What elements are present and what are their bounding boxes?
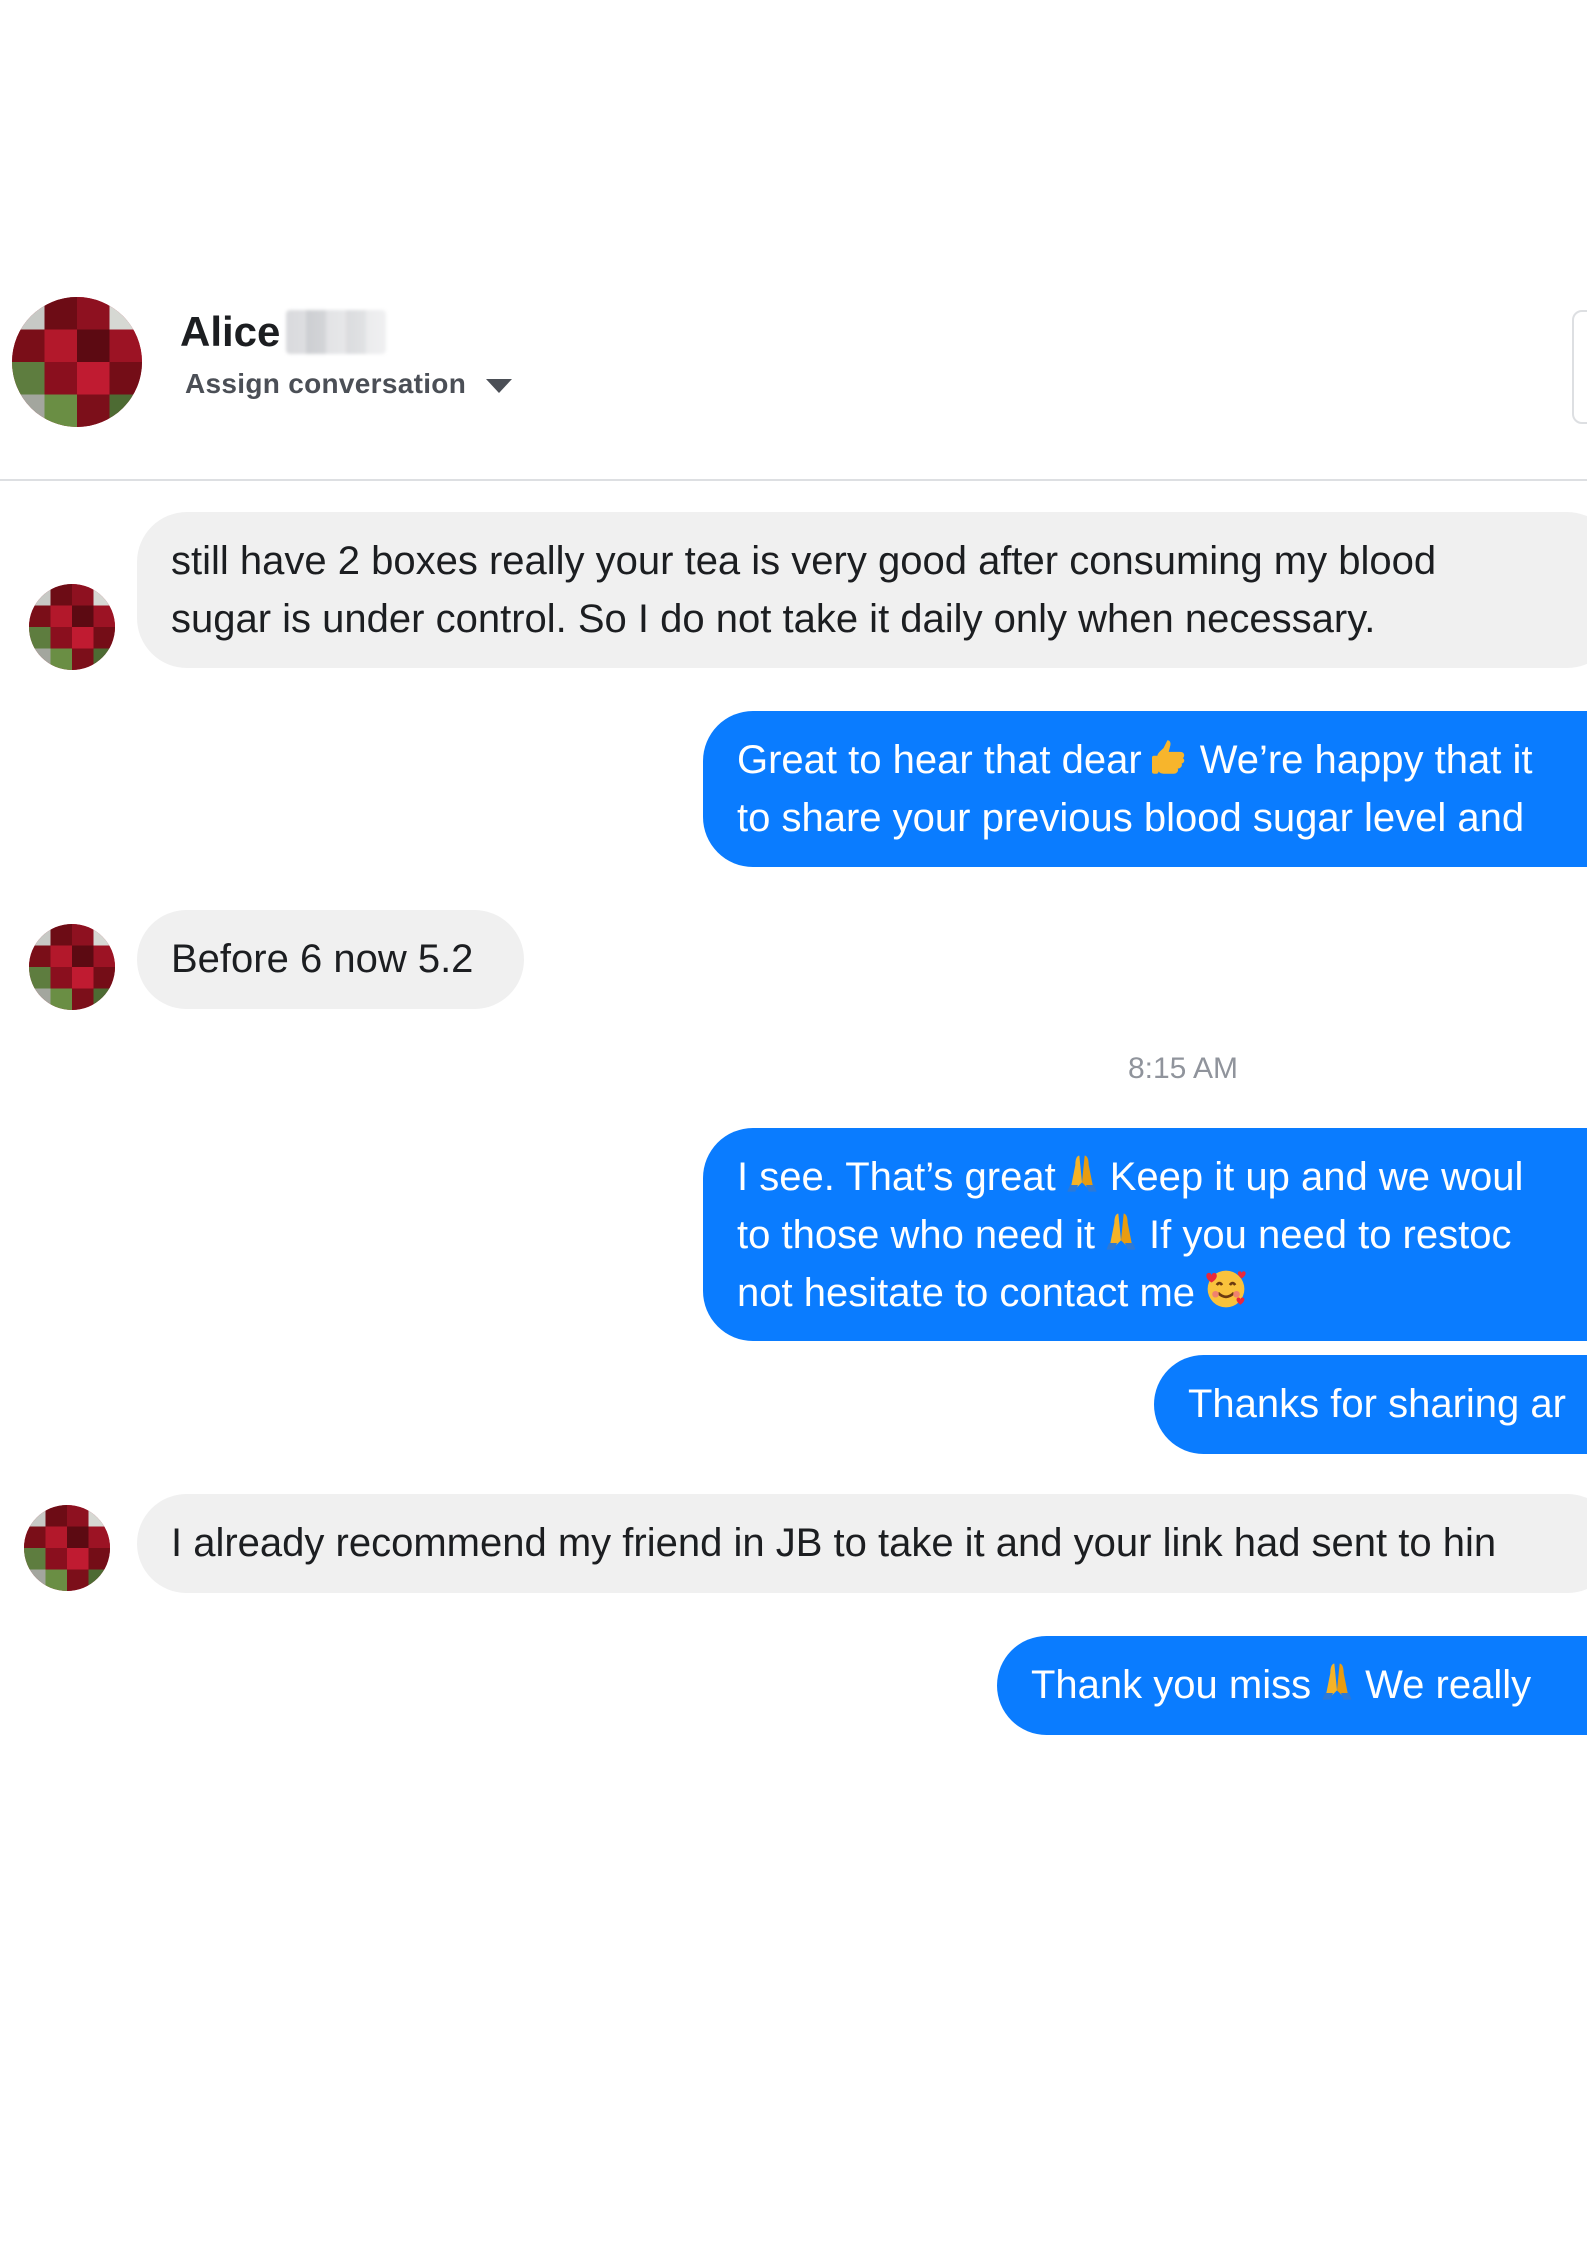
message-timestamp: 8:15 AM [1127,1052,1239,1085]
folded-hands-icon [1105,1210,1137,1252]
message-text: We’re happy that it [1199,738,1533,782]
message-line: sugar is under control. So I do not take… [171,597,1376,641]
message-line: I already recommend my friend in JB to t… [171,1521,1497,1565]
assign-conversation-button[interactable]: Assign conversation [185,368,513,400]
header-action-button[interactable] [1572,310,1587,424]
message-text: Thank you miss [1031,1663,1312,1707]
outgoing-message[interactable]: I see. That’s great Keep it up and we wou… [703,1128,1587,1341]
message-line: to those who need it If you need to resto… [737,1206,1587,1264]
outgoing-message[interactable]: Thanks for sharing ar [1154,1355,1587,1454]
message-line: Great to hear that dear We’re happy that … [737,731,1587,789]
avatar[interactable] [29,584,115,670]
message-line: I see. That’s great Keep it up and we wou… [737,1148,1587,1206]
message-text: to those who need it [737,1213,1096,1257]
outgoing-message[interactable]: Great to hear that dear We’re happy that … [703,711,1587,867]
conversation-view: Alice Assign conversation still have 2 b… [0,0,1587,2245]
avatar[interactable] [29,924,115,1010]
message-text: We really [1365,1663,1532,1707]
avatar-image [29,924,115,1010]
thumbs-up-icon [1152,737,1188,777]
message-text: Great to hear that dear [737,738,1142,782]
message-line: to share your previous blood sugar level… [737,796,1525,840]
message-text: If you need to restoc [1149,1213,1512,1257]
avatar-image [12,297,142,427]
redacted-surname [286,310,387,354]
assign-conversation-label: Assign conversation [185,368,467,399]
message-line: not hesitate to contact me [737,1264,1587,1322]
folded-hands-icon [1321,1660,1353,1702]
message-text: Keep it up and we woul [1109,1155,1524,1199]
message-line: Thanks for sharing ar [1188,1382,1566,1426]
avatar[interactable] [12,297,142,427]
incoming-message[interactable]: Before 6 now 5.2 [137,910,524,1009]
incoming-message[interactable]: I already recommend my friend in JB to t… [137,1494,1587,1593]
conversation-header: Alice Assign conversation [0,280,1587,480]
message-line: Thank you miss We really [1031,1656,1587,1714]
incoming-message[interactable]: still have 2 boxes really your tea is ve… [137,512,1587,668]
folded-hands-icon [1066,1152,1098,1194]
chevron-down-icon[interactable] [486,379,513,393]
contact-name[interactable]: Alice [180,308,280,356]
contact-name-row: Alice [180,302,387,362]
header-divider [0,479,1587,481]
message-line: Before 6 now 5.2 [171,937,474,981]
message-line: still have 2 boxes really your tea is ve… [171,539,1437,583]
message-text: not hesitate to contact me [737,1271,1196,1315]
avatar-image [29,584,115,670]
avatar-image [24,1505,110,1591]
smiling-face-with-hearts-icon [1205,1268,1247,1310]
message-text: I see. That’s great [737,1155,1056,1199]
outgoing-message[interactable]: Thank you miss We really [997,1636,1587,1735]
avatar[interactable] [24,1505,110,1591]
